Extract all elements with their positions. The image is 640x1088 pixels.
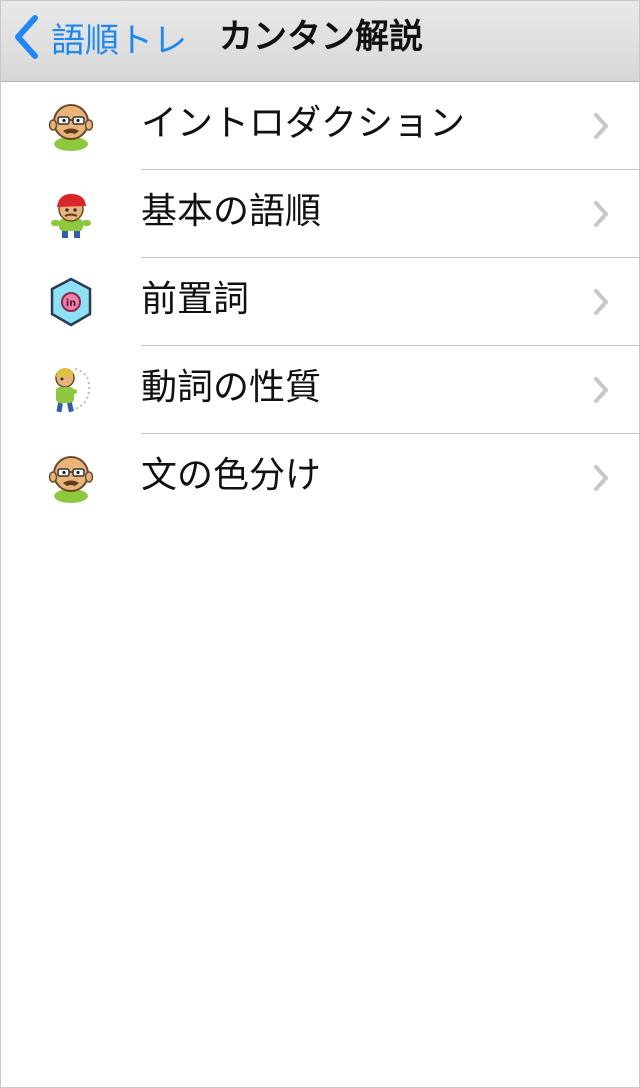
back-button-label: 語順トレ: [51, 20, 187, 61]
chevron-right-icon: [593, 288, 609, 316]
list-item-basic-word-order[interactable]: 基本の語順: [1, 170, 639, 258]
bald-man-icon: [45, 101, 97, 151]
back-button[interactable]: 語順トレ: [13, 13, 187, 61]
red-cap-character-icon: [45, 189, 97, 239]
in-hexagon-icon: in: [45, 277, 97, 327]
chevron-right-icon: [593, 200, 609, 228]
list-item-label: 前置詞: [141, 279, 250, 320]
svg-text:in: in: [66, 298, 77, 309]
chevron-right-icon: [593, 112, 609, 140]
page-title: カンタン解説: [219, 17, 423, 57]
navigation-bar: 語順トレ カンタン解説: [1, 1, 639, 82]
bald-man-icon: [45, 453, 97, 503]
list-item-sentence-coloring[interactable]: 文の色分け: [1, 434, 639, 522]
list-item-label: 動詞の性質: [141, 367, 322, 408]
list-item-label: 文の色分け: [141, 455, 322, 496]
lesson-list: イントロダクション 基本の語順 in 前置詞 動詞の性質 文の色分け: [1, 82, 639, 522]
app-screen: 語順トレ カンタン解説 イントロダクション 基本の語順 in 前置詞 動詞の性質…: [0, 0, 640, 1088]
chevron-left-icon: [13, 15, 39, 59]
list-item-prepositions[interactable]: in 前置詞: [1, 258, 639, 346]
walking-character-icon: [45, 365, 97, 415]
list-item-label: 基本の語順: [141, 191, 322, 232]
list-item-verb-properties[interactable]: 動詞の性質: [1, 346, 639, 434]
chevron-right-icon: [593, 376, 609, 404]
list-item-label: イントロダクション: [141, 103, 466, 144]
chevron-right-icon: [593, 464, 609, 492]
list-item-introduction[interactable]: イントロダクション: [1, 82, 639, 170]
